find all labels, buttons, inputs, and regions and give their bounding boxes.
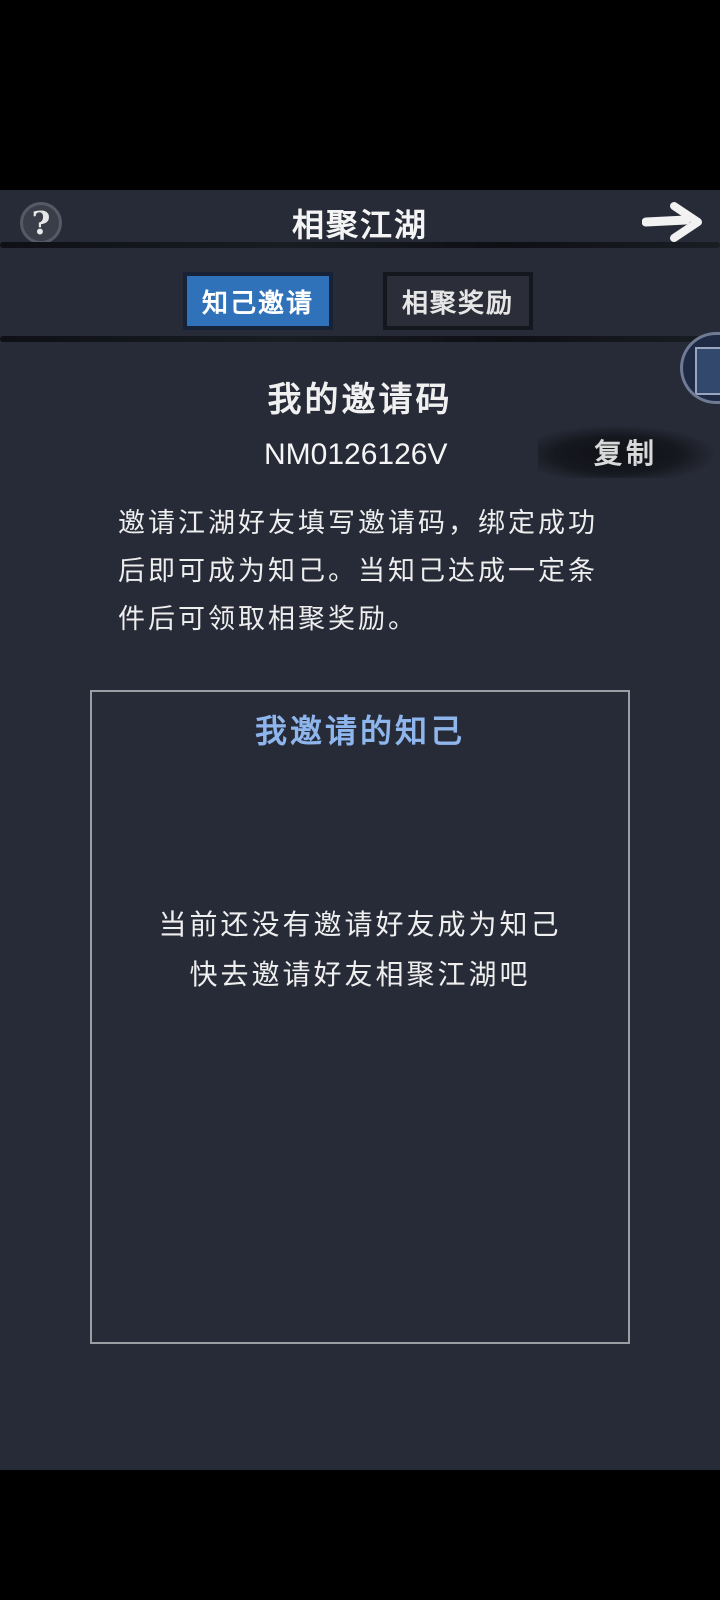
empty-state-message: 当前还没有邀请好友成为知己 快去邀请好友相聚江湖吧 bbox=[92, 900, 628, 1000]
header-divider bbox=[0, 242, 720, 248]
tab-bar: 知己邀请 相聚奖励 bbox=[0, 272, 720, 334]
invite-code-title: 我的邀请码 bbox=[267, 380, 453, 420]
back-button[interactable] bbox=[641, 200, 706, 244]
empty-line-1: 当前还没有邀请好友成为知己 bbox=[158, 908, 562, 941]
tab-reunion-rewards[interactable]: 相聚奖励 bbox=[383, 272, 533, 330]
arrow-right-icon bbox=[641, 202, 702, 242]
empty-line-2: 快去邀请好友相聚江湖吧 bbox=[189, 958, 531, 991]
game-screen: ? 相聚江湖 知己邀请 相聚奖励 我的邀请码 NM0126126V 复制 邀请江… bbox=[0, 190, 720, 1470]
tab-invite-friends[interactable]: 知己邀请 bbox=[183, 272, 333, 330]
invite-code-value: NM0126126V bbox=[264, 438, 448, 471]
invite-description: 邀请江湖好友填写邀请码，绑定成功后即可成为知己。当知己达成一定条件后可领取相聚奖… bbox=[118, 508, 598, 635]
copy-button[interactable]: 复制 bbox=[538, 426, 714, 478]
invited-friends-panel: 我邀请的知己 当前还没有邀请好友成为知己 快去邀请好友相聚江湖吧 bbox=[90, 690, 630, 1344]
invited-friends-title: 我邀请的知己 bbox=[254, 712, 465, 750]
page-title: 相聚江湖 bbox=[291, 206, 428, 244]
tabs-divider bbox=[0, 336, 720, 342]
copy-button-label: 复制 bbox=[593, 437, 658, 470]
